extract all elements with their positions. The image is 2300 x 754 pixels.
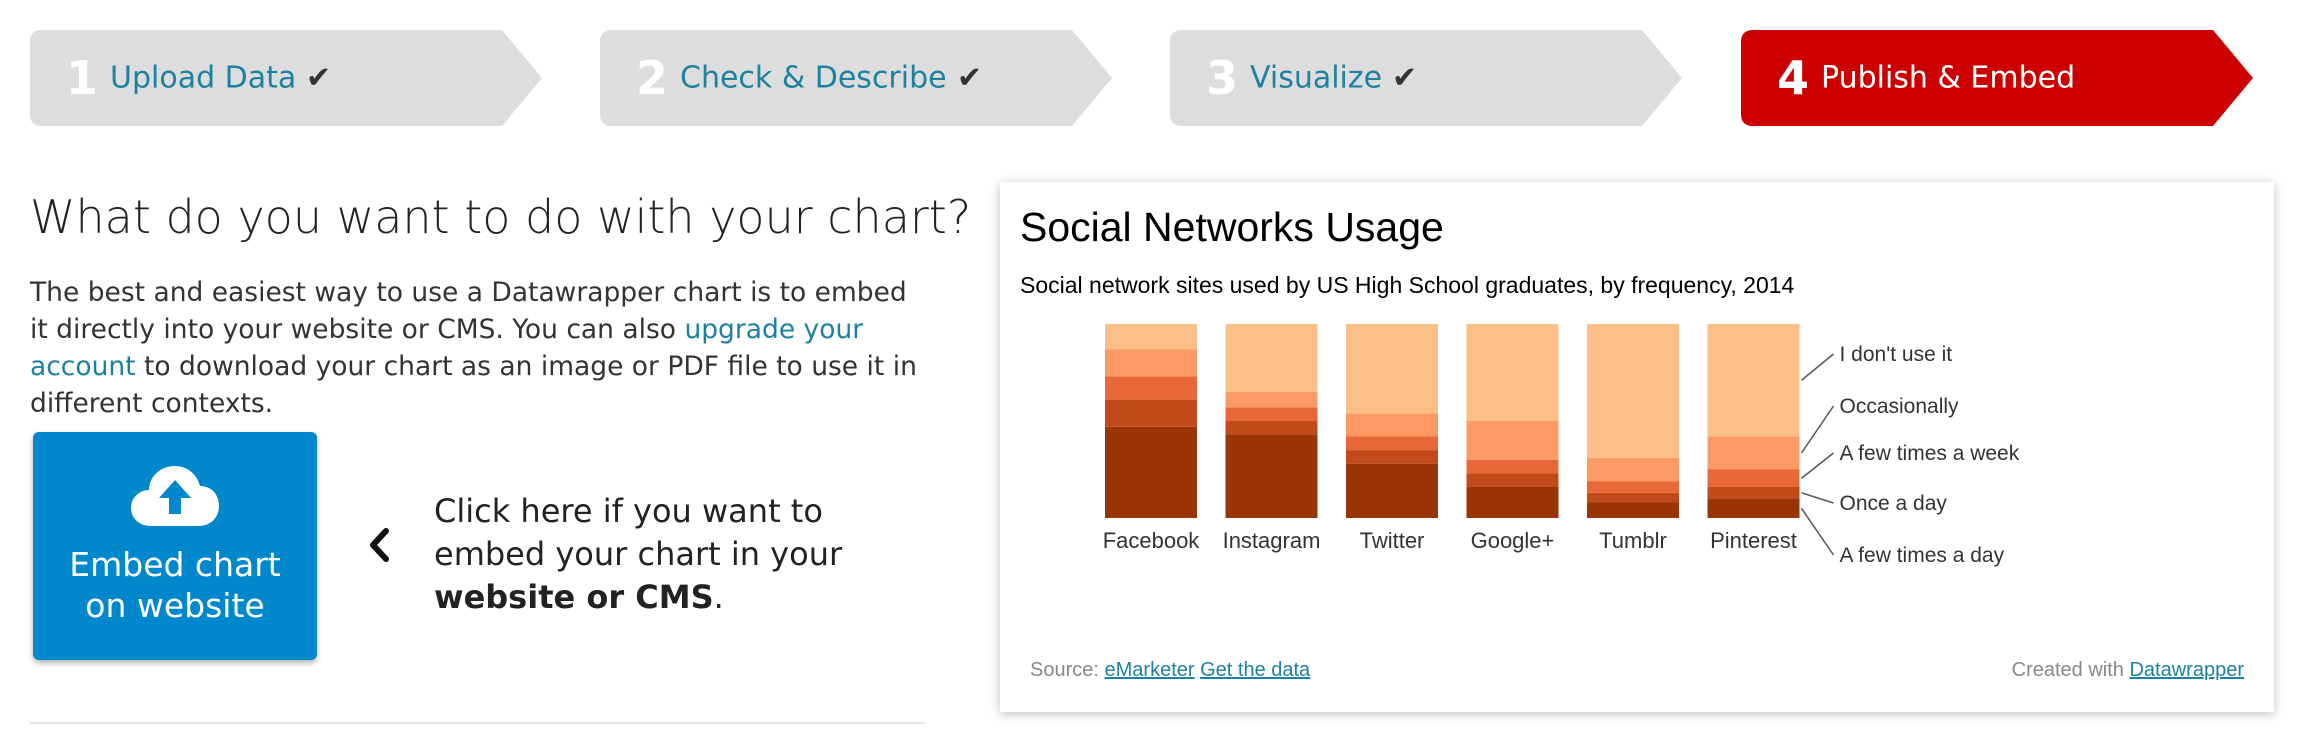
bar-segment	[1707, 469, 1800, 487]
bar-segment	[1225, 421, 1318, 435]
embed-hint-text: Click here if you want to embed your cha…	[434, 490, 934, 619]
bar-segment	[1587, 492, 1679, 503]
chart-subtitle: Social network sites used by US High Sch…	[1020, 272, 1795, 298]
chart-source: Source: eMarketer Get the data	[1030, 659, 1310, 682]
bar-segment	[1225, 407, 1318, 421]
legend-label: Occasionally	[1840, 395, 1960, 418]
step-label: Visualize	[1250, 60, 1383, 96]
legend-label: A few times a week	[1840, 442, 2020, 465]
divider	[30, 722, 925, 724]
step-1[interactable]: 1 Upload Data ✔	[30, 30, 546, 126]
x-tick-label: Tumblr	[1599, 528, 1667, 553]
bar-segment	[1225, 324, 1318, 392]
bar-segment	[1225, 391, 1318, 408]
chart-preview: Facebook Instagram Twitter Google+ Tumblr Pin…	[1000, 182, 2274, 712]
step-label: Publish & Embed	[1821, 60, 2076, 96]
embed-button-line2: on website	[85, 586, 265, 625]
step-number: 3	[1206, 51, 1239, 105]
chevron-left-icon	[370, 528, 389, 562]
check-icon: ✔	[306, 60, 332, 96]
step-2[interactable]: 2 Check & Describe ✔	[600, 30, 1116, 126]
step-number: 1	[66, 51, 99, 105]
embed-button-line1: Embed chart	[69, 545, 281, 584]
get-data-link[interactable]: Get the data	[1200, 659, 1310, 681]
step-4: 4 Publish & Embed	[1741, 30, 2257, 126]
x-tick-label: Instagram	[1223, 528, 1321, 553]
legend-label: A few times a day	[1840, 544, 2005, 567]
hint-bold-text: website or CMS	[434, 578, 714, 616]
bar-segment	[1587, 457, 1679, 482]
bar-segment	[1105, 426, 1197, 518]
chart-title: Social Networks Usage	[1020, 204, 1444, 250]
created-with-label: Created with	[2011, 659, 2124, 681]
bar-segment	[1105, 324, 1197, 350]
bar-segment	[1587, 481, 1679, 493]
legend-label: Once a day	[1840, 492, 1948, 515]
step-arrow-shape	[1170, 30, 1682, 126]
source-label: Source:	[1030, 659, 1099, 681]
check-icon: ✔	[957, 60, 983, 96]
step-number: 2	[636, 51, 669, 105]
bar-segment	[1105, 349, 1197, 377]
bar-segment	[1105, 376, 1197, 400]
bar-segment	[1466, 324, 1559, 421]
intro-text-part: to download your chart as an image or PD…	[30, 351, 917, 419]
bar-segment	[1105, 399, 1197, 427]
x-tick-label: Pinterest	[1710, 528, 1797, 553]
x-tick-label: Facebook	[1103, 528, 1201, 553]
legend-leader-line	[1801, 452, 1834, 479]
hint-text-part: Click here if you want to embed your cha…	[434, 492, 843, 573]
embed-button-label: Embed chart on website	[33, 544, 317, 626]
bar-segment	[1346, 463, 1438, 518]
bar-segment	[1466, 459, 1559, 474]
bar-segment	[1707, 498, 1800, 518]
step-label: Check & Describe	[680, 60, 947, 96]
step-number: 4	[1777, 51, 1810, 105]
source-link[interactable]: eMarketer	[1105, 659, 1195, 681]
cloud-upload-icon	[131, 466, 219, 526]
step-label: Upload Data	[110, 60, 297, 96]
bar-segment	[1346, 450, 1438, 464]
x-tick-label: Twitter	[1360, 528, 1425, 553]
step-3[interactable]: 3 Visualize ✔	[1170, 30, 1686, 126]
legend-leader-line	[1800, 405, 1835, 454]
bar-segment	[1346, 413, 1438, 437]
bar-segment	[1707, 486, 1800, 499]
bar-segment	[1466, 421, 1559, 460]
hint-text-part: .	[713, 578, 724, 616]
bar-segment	[1587, 324, 1679, 458]
legend-leader-line	[1801, 353, 1834, 381]
bar-segment	[1225, 434, 1318, 518]
bar-segment	[1346, 436, 1438, 451]
page-heading: What do you want to do with your chart?	[30, 190, 972, 244]
bar-segment	[1346, 324, 1438, 414]
x-tick-label: Google+	[1471, 528, 1555, 553]
legend-leader-line	[1800, 507, 1835, 556]
bar-segment	[1587, 502, 1679, 518]
legend-leader-line	[1801, 492, 1834, 504]
publish-page: 1 Upload Data ✔ 2 Check & Describe ✔ 3 Visualiz…	[0, 0, 2300, 754]
intro-text: The best and easiest way to use a Datawr…	[30, 274, 920, 422]
legend-label: I don't use it	[1840, 343, 1953, 366]
stacked-bar-chart: Facebook Instagram Twitter Google+ Tumblr Pin…	[1103, 324, 2020, 567]
bar-segment	[1707, 324, 1800, 437]
created-with: Created with Datawrapper	[2012, 659, 2244, 682]
bar-segment	[1466, 473, 1559, 487]
bar-segment	[1466, 486, 1559, 518]
datawrapper-link[interactable]: Datawrapper	[2129, 659, 2244, 681]
embed-chart-button[interactable]: Embed chart on website	[33, 432, 317, 660]
check-icon: ✔	[1392, 60, 1418, 96]
bar-segment	[1707, 436, 1800, 470]
